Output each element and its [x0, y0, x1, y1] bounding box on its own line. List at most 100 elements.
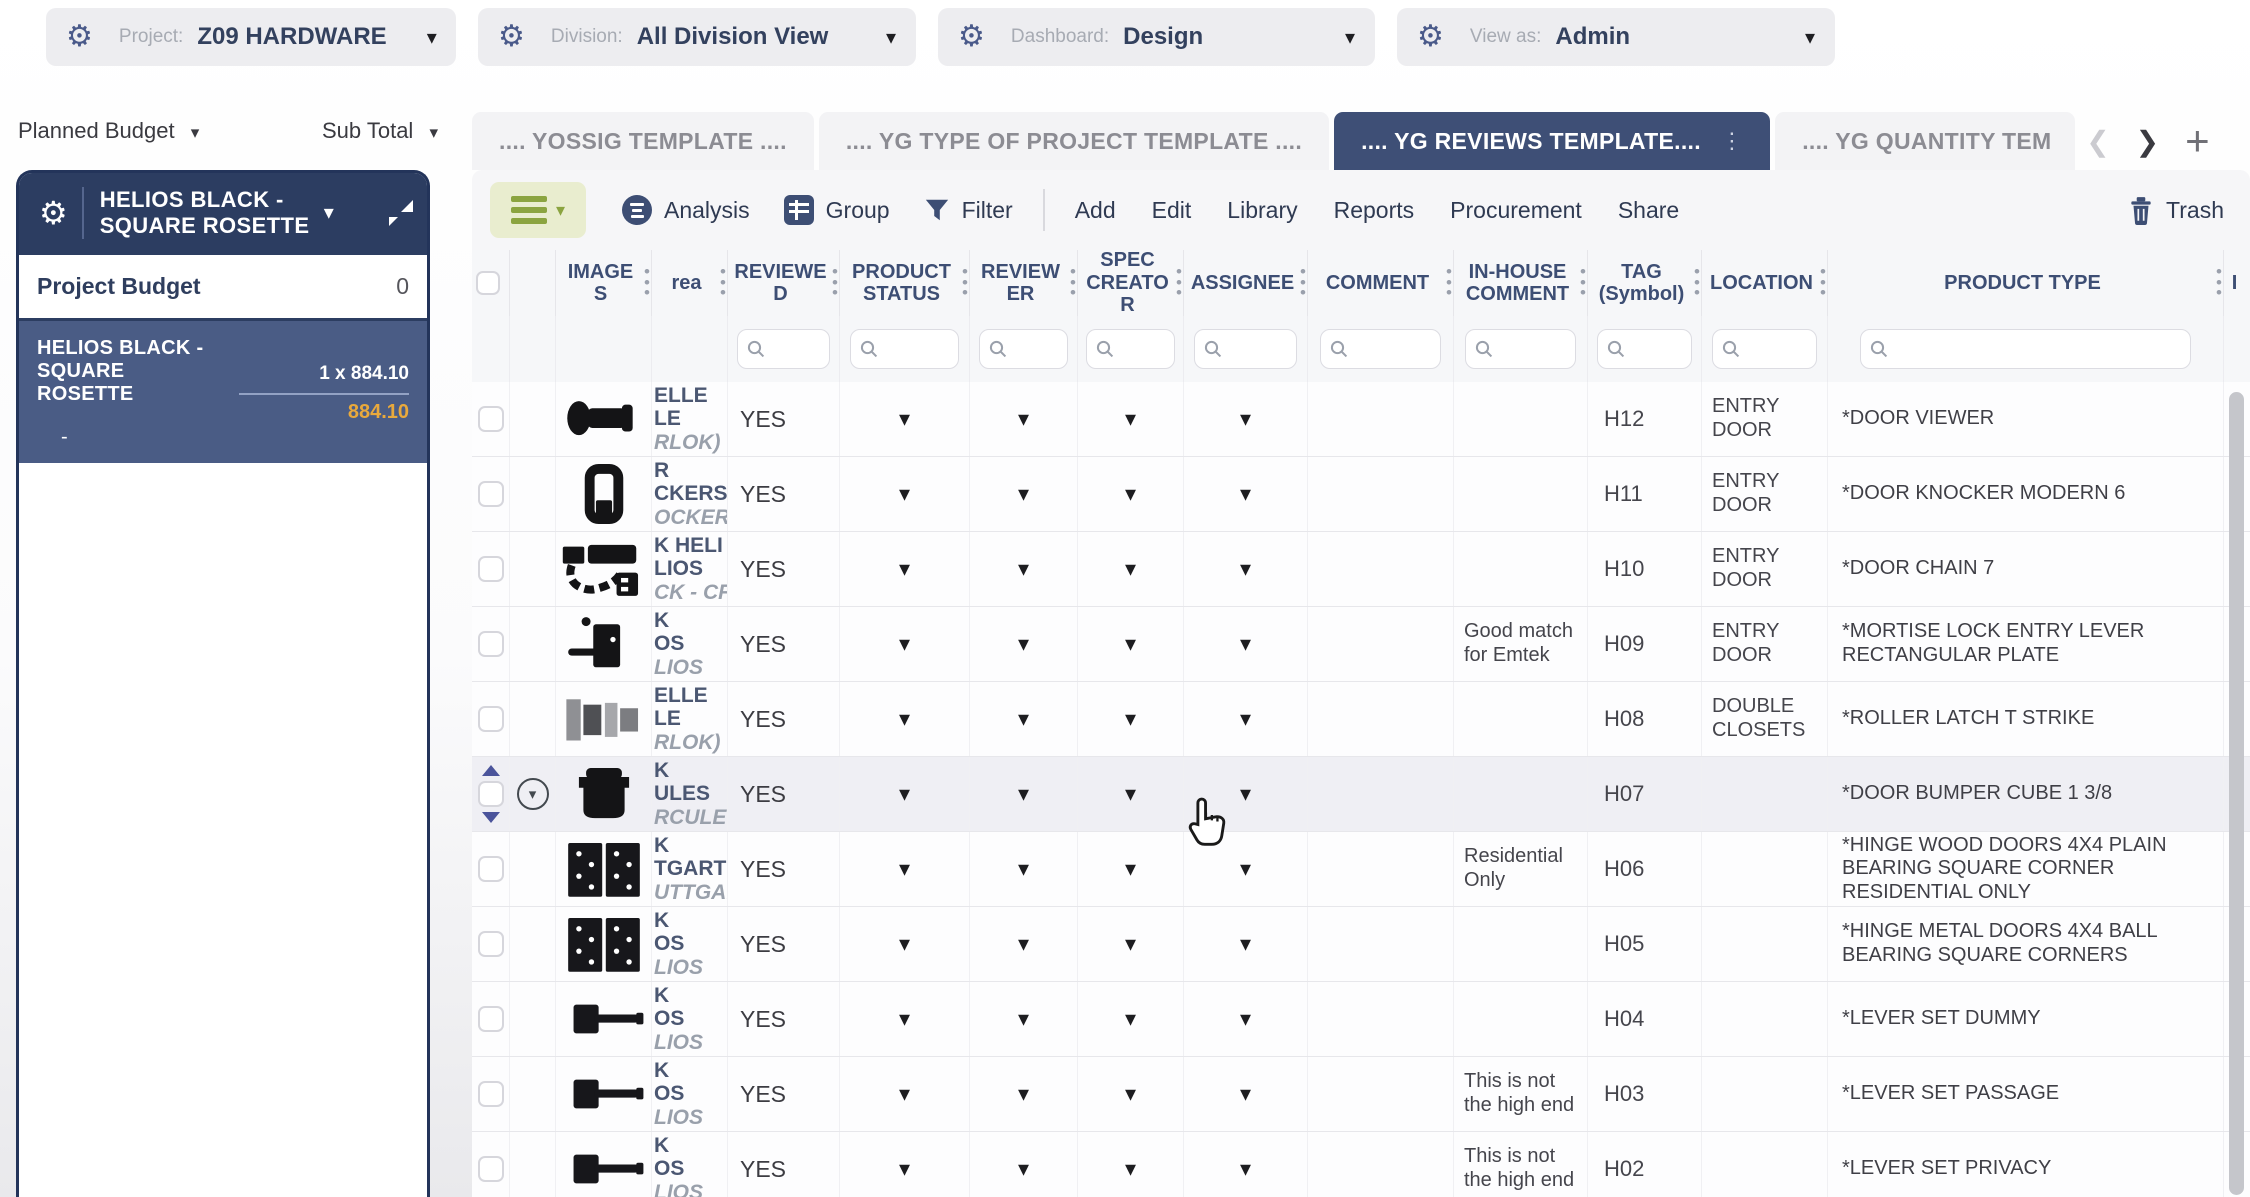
reviewer-dropdown[interactable]: ▾ [1018, 406, 1029, 432]
search-input-assignee[interactable] [1228, 338, 1289, 360]
reviewer-dropdown[interactable]: ▾ [1018, 706, 1029, 732]
toolbar-menu-item[interactable]: Share [1618, 197, 1679, 224]
assignee-dropdown[interactable]: ▾ [1240, 1006, 1251, 1032]
spec-creator-dropdown[interactable]: ▾ [1125, 931, 1136, 957]
row-checkbox[interactable] [477, 481, 504, 507]
gear-icon[interactable]: ⚙ [498, 22, 525, 52]
column-menu-icon[interactable]: • • • [1446, 263, 1452, 301]
trash-button[interactable]: Trash [2128, 195, 2224, 225]
spec-creator-dropdown[interactable]: ▾ [1125, 481, 1136, 507]
filter-dropdown[interactable]: ⚙ View as: Admin ▾ [1397, 8, 1835, 66]
move-row-up-icon[interactable] [481, 765, 500, 776]
column-menu-icon[interactable]: • • • [1580, 263, 1586, 301]
row-checkbox[interactable] [477, 1006, 504, 1032]
status-dropdown[interactable]: ▾ [899, 1156, 910, 1182]
column-menu-icon[interactable]: • • • [720, 263, 726, 301]
row-checkbox[interactable] [477, 856, 504, 882]
toolbar-menu-item[interactable]: Edit [1152, 197, 1192, 224]
table-row[interactable]: K OS LIOS YES ▾ ▾ ▾ ▾ H04 *LEVER SET DUMMY [472, 982, 2250, 1057]
filter-dropdown[interactable]: ⚙ Division: All Division View ▾ [478, 8, 916, 66]
roller-latch-image[interactable] [561, 688, 647, 750]
search-input-product-type[interactable] [1894, 338, 2183, 360]
select-all-checkbox[interactable] [475, 271, 500, 295]
search-input-in-house-comment[interactable] [1499, 338, 1568, 360]
row-checkbox[interactable] [477, 406, 504, 432]
row-checkbox[interactable] [477, 781, 504, 807]
budget-card-header[interactable]: ⚙ HELIOS BLACK - SQUARE ROSETTE ▾ [19, 173, 427, 255]
tab-menu-icon[interactable]: ⋮ [1721, 128, 1743, 154]
row-checkbox[interactable] [477, 1156, 504, 1182]
status-dropdown[interactable]: ▾ [899, 1081, 910, 1107]
filter-dropdown[interactable]: ⚙ Dashboard: Design ▾ [938, 8, 1375, 66]
status-dropdown[interactable]: ▾ [899, 1006, 910, 1032]
table-row[interactable]: K OS LIOS YES ▾ ▾ ▾ ▾ This is not the high end H0… [472, 1132, 2250, 1197]
column-menu-icon[interactable]: • • • [1176, 263, 1182, 301]
status-dropdown[interactable]: ▾ [899, 931, 910, 957]
spec-creator-dropdown[interactable]: ▾ [1125, 1006, 1136, 1032]
move-row-down-icon[interactable] [481, 812, 500, 823]
column-menu-icon[interactable]: • • • [1070, 263, 1076, 301]
table-row[interactable]: R CKERS OCKER YES ▾ ▾ ▾ ▾ H11 ENTRY DOOR *DOOR KNO… [472, 457, 2250, 532]
toolbar-menu-item[interactable]: Procurement [1450, 197, 1582, 224]
gear-icon[interactable]: ⚙ [958, 22, 985, 52]
assignee-dropdown[interactable]: ▾ [1240, 931, 1251, 957]
row-checkbox[interactable] [477, 556, 504, 582]
gear-icon[interactable]: ⚙ [66, 22, 93, 52]
status-dropdown[interactable]: ▾ [899, 856, 910, 882]
row-checkbox[interactable] [477, 1081, 504, 1107]
assignee-dropdown[interactable]: ▾ [1240, 856, 1251, 882]
reviewer-dropdown[interactable]: ▾ [1018, 856, 1029, 882]
assignee-dropdown[interactable]: ▾ [1240, 481, 1251, 507]
tab[interactable]: .... YG QUANTITY TEM [1775, 112, 2076, 170]
lever-image[interactable] [561, 988, 647, 1050]
filter-dropdown[interactable]: ⚙ Project: Z09 HARDWARE ▾ [46, 8, 456, 66]
reviewer-dropdown[interactable]: ▾ [1018, 931, 1029, 957]
search-input-status[interactable] [885, 338, 950, 360]
spec-creator-dropdown[interactable]: ▾ [1125, 856, 1136, 882]
column-menu-icon[interactable]: • • • [832, 263, 838, 301]
table-row[interactable]: K OS LIOS YES ▾ ▾ ▾ ▾ Good match for Emtek H09 ENT… [472, 607, 2250, 682]
column-menu-icon[interactable]: • • • [1300, 263, 1306, 301]
expand-panel-icon[interactable] [387, 200, 413, 226]
search-input-location[interactable] [1747, 338, 1808, 360]
row-checkbox[interactable] [477, 931, 504, 957]
door-bumper-image[interactable] [561, 763, 647, 825]
spec-creator-dropdown[interactable]: ▾ [1125, 706, 1136, 732]
status-dropdown[interactable]: ▾ [899, 631, 910, 657]
assignee-dropdown[interactable]: ▾ [1240, 406, 1251, 432]
assignee-dropdown[interactable]: ▾ [1240, 1081, 1251, 1107]
hinge-image[interactable] [561, 838, 647, 900]
search-input-tag[interactable] [1632, 338, 1683, 360]
row-checkbox[interactable] [477, 631, 504, 657]
toolbar-menu-item[interactable]: Add [1075, 197, 1116, 224]
reviewer-dropdown[interactable]: ▾ [1018, 781, 1029, 807]
budget-item-selected[interactable]: HELIOS BLACK - SQUARE ROSETTE 1 x 884.10… [19, 320, 427, 463]
table-row[interactable]: K HELI LIOS CK - CF YES ▾ ▾ ▾ ▾ H10 ENTRY DOOR *DO… [472, 532, 2250, 607]
assignee-dropdown[interactable]: ▾ [1240, 706, 1251, 732]
hinge-image[interactable] [561, 913, 647, 975]
mortise-lock-image[interactable] [561, 613, 647, 675]
gear-icon[interactable]: ⚙ [1417, 22, 1444, 52]
table-row[interactable]: ELLE LE RLOK) YES ▾ ▾ ▾ ▾ H12 ENTRY DOOR *DOOR VIE… [472, 382, 2250, 457]
toolbar-menu-item[interactable]: Library [1227, 197, 1297, 224]
door-knocker-image[interactable] [561, 463, 647, 525]
filter-button[interactable]: Filter [924, 197, 1013, 224]
reviewer-dropdown[interactable]: ▾ [1018, 1156, 1029, 1182]
column-menu-icon[interactable]: • • • [644, 263, 650, 301]
reviewer-dropdown[interactable]: ▾ [1018, 1081, 1029, 1107]
status-dropdown[interactable]: ▾ [899, 481, 910, 507]
view-menu-button[interactable]: ▾ [490, 182, 586, 238]
reviewer-dropdown[interactable]: ▾ [1018, 1006, 1029, 1032]
tabs-scroll-right-icon[interactable]: ❯ [2136, 125, 2159, 158]
tabs-scroll-left-icon[interactable]: ❮ [2086, 125, 2109, 158]
table-row[interactable]: ELLE LE RLOK) YES ▾ ▾ ▾ ▾ H08 DOUBLE CLOSETS *ROLL… [472, 682, 2250, 757]
column-menu-icon[interactable]: • • • [2216, 263, 2222, 301]
tab[interactable]: .... YOSSIG TEMPLATE .... [472, 112, 814, 170]
tab[interactable]: .... YG REVIEWS TEMPLATE.... ⋮ [1334, 112, 1771, 170]
status-dropdown[interactable]: ▾ [899, 706, 910, 732]
lever-image[interactable] [561, 1063, 647, 1125]
planned-budget-selector[interactable]: Planned Budget ▾ [18, 118, 199, 144]
group-button[interactable]: Group [783, 195, 890, 225]
spec-creator-dropdown[interactable]: ▾ [1125, 631, 1136, 657]
column-menu-icon[interactable]: • • • [962, 263, 968, 301]
